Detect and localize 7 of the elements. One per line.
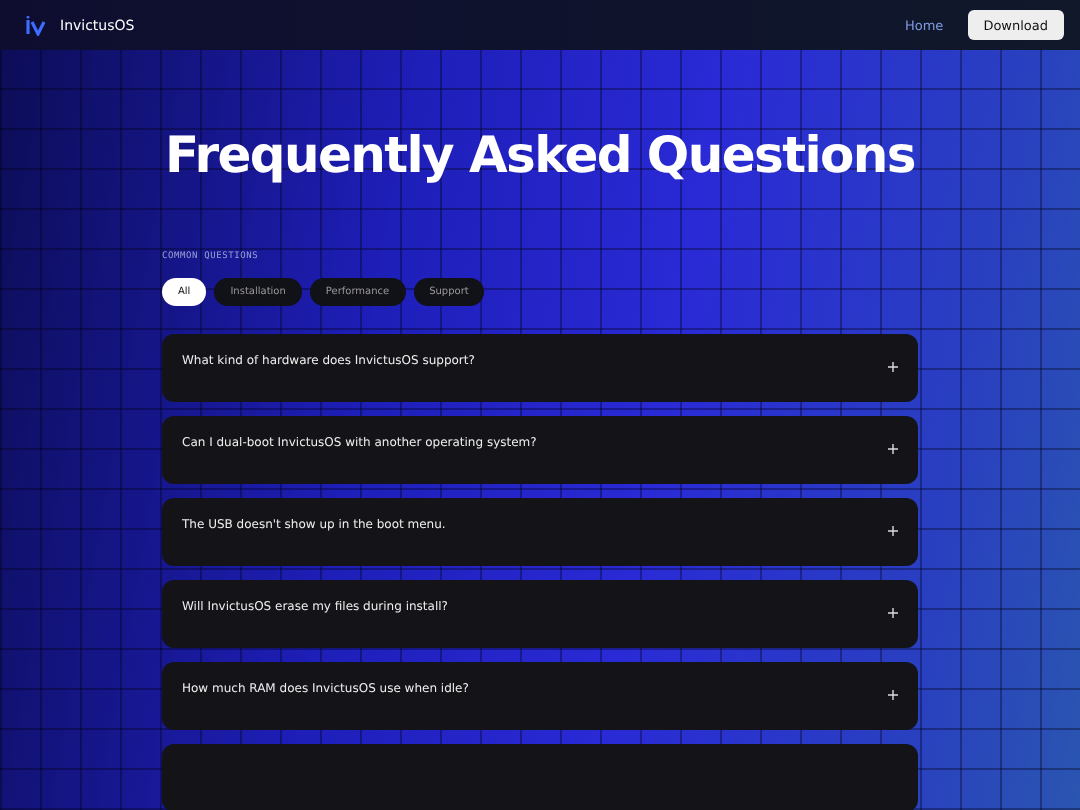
plus-icon xyxy=(888,526,898,536)
plus-icon xyxy=(888,608,898,618)
plus-icon xyxy=(888,444,898,454)
logo-icon xyxy=(26,15,50,35)
plus-icon xyxy=(888,362,898,372)
page-title: Frequently Asked Questions xyxy=(163,126,917,184)
plus-icon xyxy=(888,690,898,700)
